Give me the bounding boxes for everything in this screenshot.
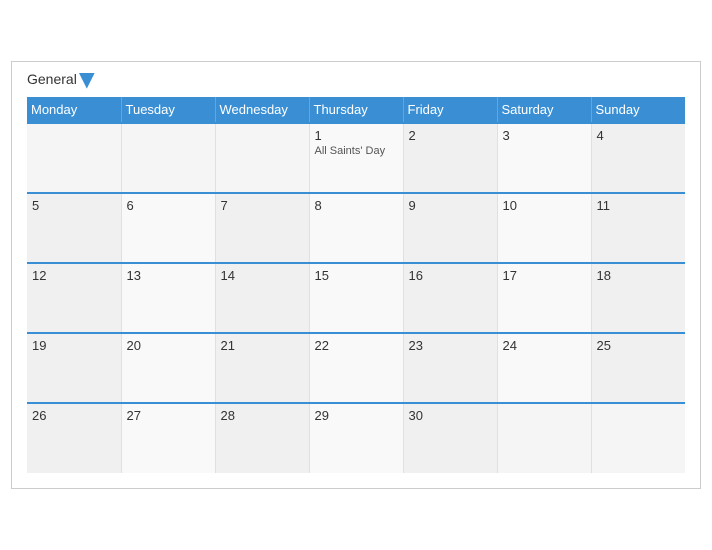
calendar-cell: 19 bbox=[27, 333, 121, 403]
day-number: 8 bbox=[315, 198, 398, 213]
calendar-cell: 21 bbox=[215, 333, 309, 403]
day-number: 7 bbox=[221, 198, 304, 213]
calendar-grid: MondayTuesdayWednesdayThursdayFridaySatu… bbox=[27, 97, 685, 473]
day-number: 11 bbox=[597, 198, 681, 213]
calendar-cell: 20 bbox=[121, 333, 215, 403]
calendar-cell: 26 bbox=[27, 403, 121, 473]
day-number: 24 bbox=[503, 338, 586, 353]
week-row-4: 19 20 21 22 23 24 25 bbox=[27, 333, 685, 403]
calendar-cell: 23 bbox=[403, 333, 497, 403]
calendar-cell: 9 bbox=[403, 193, 497, 263]
calendar-cell: 25 bbox=[591, 333, 685, 403]
calendar-cell: 3 bbox=[497, 123, 591, 193]
calendar-cell: 16 bbox=[403, 263, 497, 333]
calendar-cell: 15 bbox=[309, 263, 403, 333]
calendar-cell: 14 bbox=[215, 263, 309, 333]
day-number: 10 bbox=[503, 198, 586, 213]
calendar-cell: 11 bbox=[591, 193, 685, 263]
calendar-cell: 24 bbox=[497, 333, 591, 403]
calendar-cell bbox=[121, 123, 215, 193]
day-number: 17 bbox=[503, 268, 586, 283]
calendar-cell: 18 bbox=[591, 263, 685, 333]
day-number: 22 bbox=[315, 338, 398, 353]
weekday-header-wednesday: Wednesday bbox=[215, 97, 309, 123]
calendar-cell: 7 bbox=[215, 193, 309, 263]
calendar-cell: 27 bbox=[121, 403, 215, 473]
day-number: 23 bbox=[409, 338, 492, 353]
calendar-cell: 30 bbox=[403, 403, 497, 473]
calendar-cell bbox=[591, 403, 685, 473]
week-row-1: 1 All Saints' Day 234 bbox=[27, 123, 685, 193]
calendar-cell: 12 bbox=[27, 263, 121, 333]
day-number: 18 bbox=[597, 268, 681, 283]
calendar-cell: 28 bbox=[215, 403, 309, 473]
calendar-cell: 13 bbox=[121, 263, 215, 333]
calendar-cell: 29 bbox=[309, 403, 403, 473]
calendar-cell: 22 bbox=[309, 333, 403, 403]
calendar-cell bbox=[497, 403, 591, 473]
day-event: All Saints' Day bbox=[315, 145, 398, 157]
week-row-2: 56789 10 11 bbox=[27, 193, 685, 263]
day-number: 30 bbox=[409, 408, 492, 423]
day-number: 4 bbox=[597, 128, 681, 143]
day-number: 3 bbox=[503, 128, 586, 143]
calendar-cell: 8 bbox=[309, 193, 403, 263]
day-number: 2 bbox=[409, 128, 492, 143]
day-number: 13 bbox=[127, 268, 210, 283]
day-number: 21 bbox=[221, 338, 304, 353]
calendar-cell: 6 bbox=[121, 193, 215, 263]
day-number: 1 bbox=[315, 128, 398, 143]
day-number: 12 bbox=[32, 268, 116, 283]
day-number: 5 bbox=[32, 198, 116, 213]
calendar-cell bbox=[27, 123, 121, 193]
day-number: 29 bbox=[315, 408, 398, 423]
calendar-header: General bbox=[27, 72, 685, 88]
weekday-header-sunday: Sunday bbox=[591, 97, 685, 123]
day-number: 6 bbox=[127, 198, 210, 213]
day-number: 16 bbox=[409, 268, 492, 283]
day-number: 27 bbox=[127, 408, 210, 423]
logo-general-text: General bbox=[27, 72, 95, 88]
day-number: 28 bbox=[221, 408, 304, 423]
day-number: 20 bbox=[127, 338, 210, 353]
calendar-cell: 4 bbox=[591, 123, 685, 193]
weekday-header-saturday: Saturday bbox=[497, 97, 591, 123]
day-number: 19 bbox=[32, 338, 116, 353]
day-number: 14 bbox=[221, 268, 304, 283]
weekday-header-tuesday: Tuesday bbox=[121, 97, 215, 123]
day-number: 26 bbox=[32, 408, 116, 423]
week-row-5: 26 27 28 29 30 bbox=[27, 403, 685, 473]
logo-triangle-icon bbox=[79, 73, 95, 89]
calendar-container: General MondayTuesdayWednesdayThursdayFr… bbox=[11, 61, 701, 488]
calendar-cell: 17 bbox=[497, 263, 591, 333]
weekday-header-monday: Monday bbox=[27, 97, 121, 123]
calendar-cell: 1 All Saints' Day bbox=[309, 123, 403, 193]
day-number: 25 bbox=[597, 338, 681, 353]
logo: General bbox=[27, 72, 95, 88]
weekday-header-row: MondayTuesdayWednesdayThursdayFridaySatu… bbox=[27, 97, 685, 123]
calendar-cell: 5 bbox=[27, 193, 121, 263]
weekday-header-thursday: Thursday bbox=[309, 97, 403, 123]
calendar-cell: 2 bbox=[403, 123, 497, 193]
day-number: 9 bbox=[409, 198, 492, 213]
week-row-3: 12 13 14 15 16 17 18 bbox=[27, 263, 685, 333]
calendar-cell bbox=[215, 123, 309, 193]
calendar-cell: 10 bbox=[497, 193, 591, 263]
day-number: 15 bbox=[315, 268, 398, 283]
weekday-header-friday: Friday bbox=[403, 97, 497, 123]
